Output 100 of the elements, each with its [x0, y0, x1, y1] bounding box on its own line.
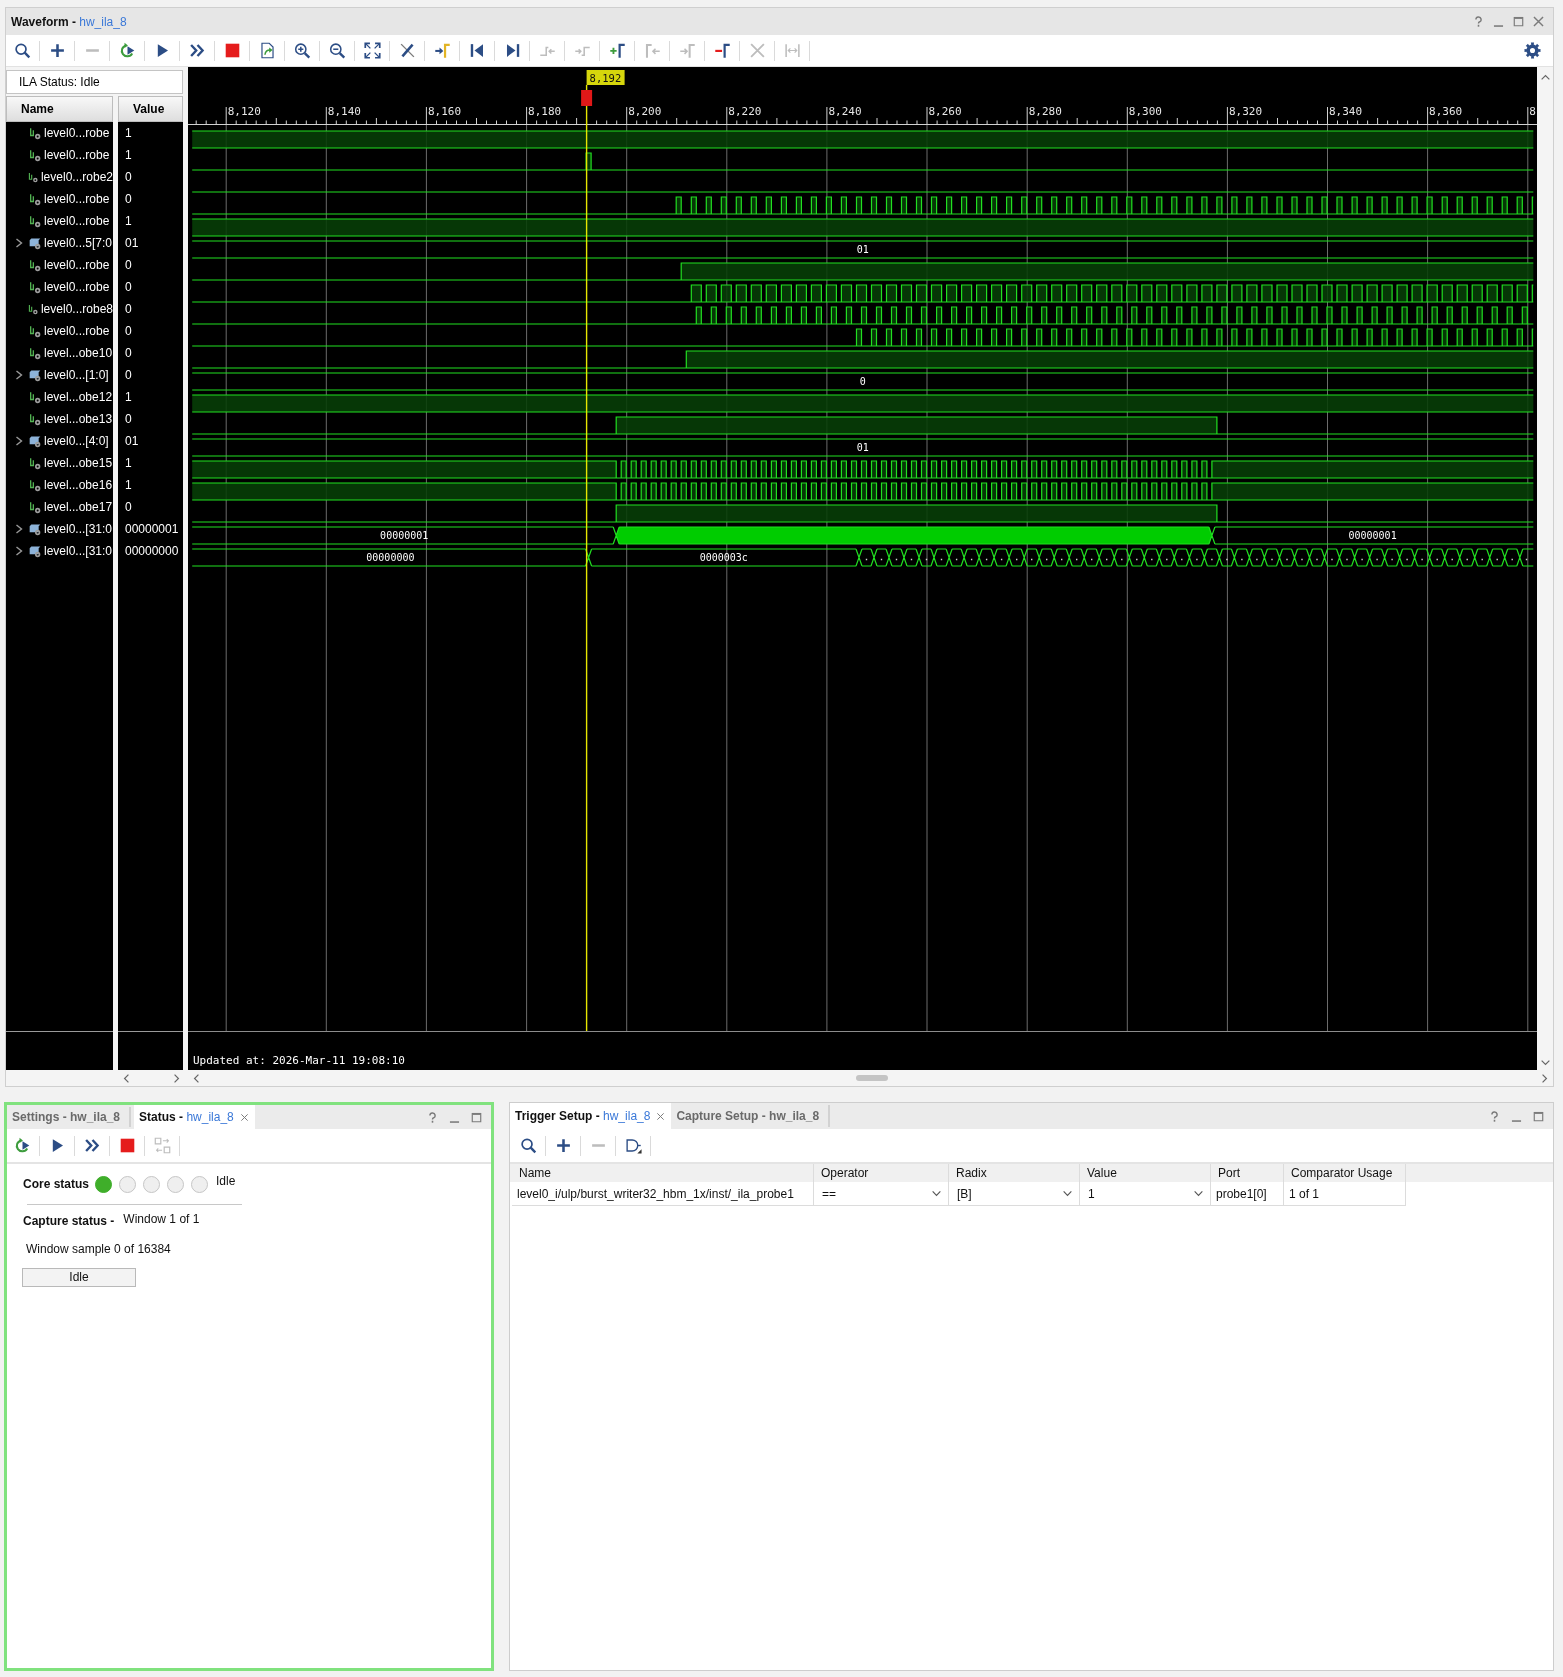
signal-name[interactable]: level...obe17 — [44, 500, 113, 514]
signal-name[interactable]: level0...robe — [44, 192, 110, 206]
expand-chevron-icon[interactable] — [15, 370, 23, 380]
stop-icon[interactable] — [223, 42, 241, 59]
close-icon[interactable] — [239, 1112, 249, 1122]
bus-value-label: 00000001 — [380, 530, 429, 541]
circular-arrow-play-icon[interactable] — [118, 42, 136, 59]
signal-value: 1 — [125, 148, 132, 162]
zoom-out-icon[interactable] — [328, 42, 346, 59]
chevron-down-icon[interactable] — [1062, 1188, 1073, 1199]
scroll-left-icon[interactable] — [191, 1072, 202, 1084]
stop-icon[interactable] — [118, 1137, 136, 1154]
bus-signal-icon — [29, 522, 41, 536]
signal-name[interactable]: level0...[31:0 — [44, 544, 113, 558]
expand-chevron-icon[interactable] — [15, 546, 23, 556]
double-chevron-icon[interactable] — [83, 1137, 101, 1154]
ruler-tick-label: 8,180 — [528, 105, 562, 118]
plus-icon[interactable] — [554, 1137, 572, 1154]
signal-name[interactable]: level0...[4:0] — [44, 434, 109, 448]
panel-tab[interactable]: Capture Setup - hw_ila_8 — [671, 1103, 826, 1129]
expand-chevron-icon[interactable] — [15, 238, 23, 248]
core-status-value: Idle — [216, 1174, 236, 1188]
maximize-icon[interactable] — [470, 1110, 483, 1124]
skip-back-icon[interactable] — [468, 42, 486, 59]
chevron-down-icon[interactable] — [931, 1188, 942, 1199]
bit-signal-icon — [27, 170, 38, 184]
signal-value: 00000001 — [125, 522, 179, 536]
maximize-icon[interactable] — [1532, 1109, 1545, 1123]
panel-tab[interactable]: Status - hw_ila_8 — [134, 1105, 255, 1129]
scroll-right-icon[interactable] — [171, 1072, 182, 1084]
column-header: Name — [512, 1164, 814, 1182]
chevron-down-icon[interactable] — [1193, 1188, 1204, 1199]
maximize-icon[interactable] — [1512, 15, 1525, 28]
signal-name[interactable]: level0...robe — [44, 214, 110, 228]
ruler-tick-label: 8,300 — [1128, 105, 1162, 118]
zoom-in-icon[interactable] — [293, 42, 311, 59]
signal-name[interactable]: level...obe15 — [44, 456, 113, 470]
signal-name[interactable]: level0...robe — [44, 280, 110, 294]
bit-signal-icon — [29, 412, 41, 426]
search-icon[interactable] — [13, 42, 31, 59]
bit-signal-icon — [29, 258, 41, 272]
signal-name[interactable]: level0...robe — [44, 148, 110, 162]
signal-name[interactable]: level0...robe — [44, 126, 110, 140]
close-icon[interactable] — [1532, 15, 1545, 28]
arrow-to-bracket-icon[interactable] — [433, 42, 451, 59]
remove-marker-icon[interactable] — [713, 42, 731, 59]
signal-name[interactable]: level0...robe2 — [40, 170, 113, 184]
logic-gate-icon[interactable] — [624, 1137, 642, 1154]
close-icon[interactable] — [656, 1111, 666, 1121]
help-icon[interactable] — [1472, 15, 1485, 28]
bit-signal-icon — [27, 302, 38, 316]
scroll-right-icon[interactable] — [1539, 1072, 1550, 1084]
signal-value: 1 — [125, 456, 132, 470]
settings-icon[interactable] — [1523, 42, 1541, 59]
zoom-fit-icon[interactable] — [363, 42, 381, 59]
signal-name[interactable]: level...obe16 — [44, 478, 113, 492]
cursor-line[interactable] — [585, 84, 588, 1032]
bit-signal-icon — [29, 126, 41, 140]
scroll-down-icon[interactable] — [1539, 1057, 1551, 1068]
signal-name[interactable]: level...obe12 — [44, 390, 113, 404]
column-header[interactable]: Name — [6, 96, 113, 122]
table-cell: probe1[0] — [1211, 1182, 1284, 1206]
panel-tab[interactable]: Trigger Setup - hw_ila_8 — [510, 1103, 672, 1129]
bit-signal-icon — [29, 346, 41, 360]
search-icon[interactable] — [519, 1137, 537, 1154]
signal-value: 0 — [125, 412, 132, 426]
help-icon[interactable] — [426, 1110, 439, 1124]
crossed-lines-icon[interactable] — [398, 42, 416, 59]
signal-value: 0 — [125, 170, 132, 184]
signal-name[interactable]: level0...robe — [44, 258, 110, 272]
signal-value: 0 — [125, 368, 132, 382]
signal-name[interactable]: level0...[31:0 — [44, 522, 113, 536]
signal-value: 0 — [125, 258, 132, 272]
export-page-icon[interactable] — [258, 42, 276, 59]
signal-value: 0 — [125, 192, 132, 206]
ila-status-field: ILA Status: Idle — [6, 70, 183, 94]
bit-signal-icon — [29, 478, 41, 492]
column-header[interactable]: Value — [118, 96, 183, 122]
ruler-tick-label: 8,260 — [928, 105, 962, 118]
double-chevron-icon[interactable] — [188, 42, 206, 59]
ruler-tick-label: 8,340 — [1329, 105, 1363, 118]
add-marker-icon[interactable] — [608, 42, 626, 59]
cursor-time-label: 8,192 — [586, 70, 625, 85]
signal-name[interactable]: level...obe10 — [44, 346, 113, 360]
scrollbar-thumb[interactable] — [856, 1075, 888, 1081]
signal-name[interactable]: level0...robe8 — [40, 302, 113, 316]
signal-name[interactable]: level0...robe — [44, 324, 110, 338]
bit-signal-icon — [29, 324, 41, 338]
expand-chevron-icon[interactable] — [15, 524, 23, 534]
signal-name[interactable]: level0...[1:0] — [44, 368, 109, 382]
signal-value: 0 — [125, 302, 132, 316]
expand-chevron-icon[interactable] — [15, 436, 23, 446]
cursor-marker-icon[interactable] — [581, 90, 593, 106]
plus-icon[interactable] — [48, 42, 66, 59]
signal-name[interactable]: level...obe13 — [44, 412, 113, 426]
circular-arrow-play-icon[interactable] — [13, 1137, 31, 1154]
scroll-left-icon[interactable] — [121, 1072, 132, 1084]
help-icon[interactable] — [1488, 1109, 1501, 1123]
panel-tab[interactable]: Settings - hw_ila_8 — [7, 1105, 127, 1129]
signal-name[interactable]: level0...5[7:0 — [44, 236, 113, 250]
